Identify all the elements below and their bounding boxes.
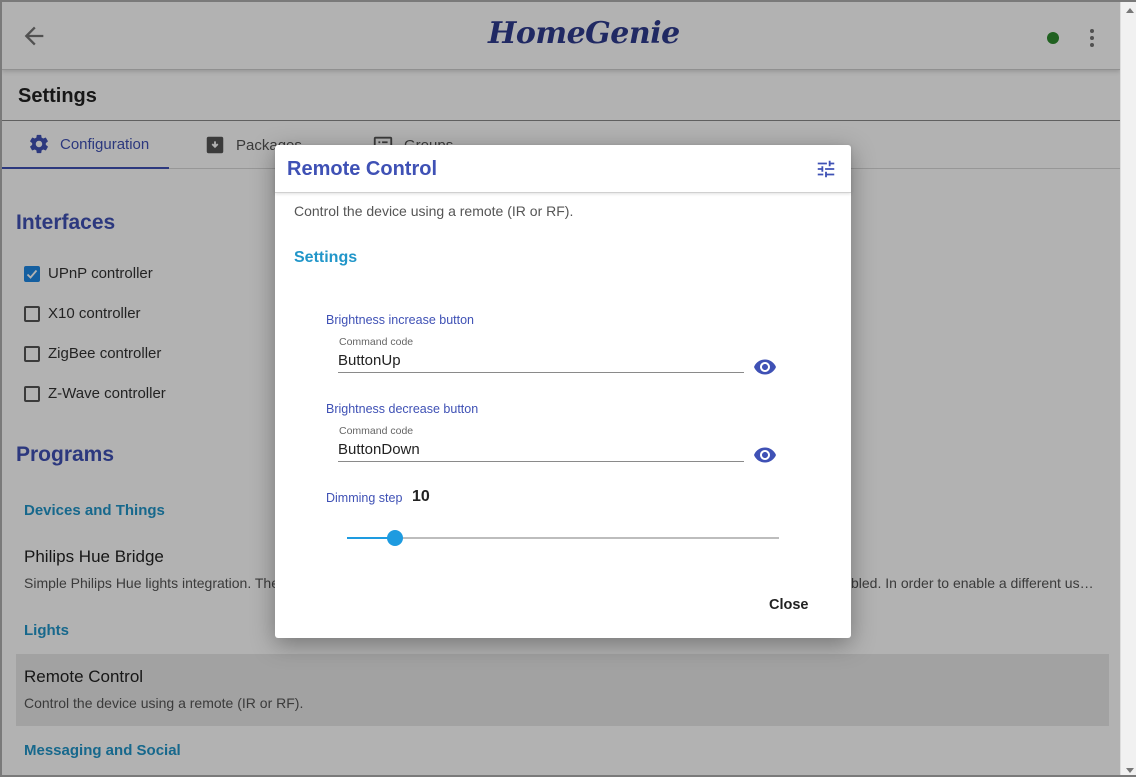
brightness-increase-label: Brightness increase button: [326, 313, 475, 327]
dialog-section-title: Settings: [294, 249, 358, 266]
command-code-label: Command code: [339, 425, 414, 437]
dialog-header: Remote Control: [275, 145, 851, 193]
scroll-down-arrow[interactable]: [1126, 768, 1134, 773]
dialog-title: Remote Control: [287, 158, 437, 180]
close-button[interactable]: Close: [769, 597, 809, 613]
dimming-step-label: Dimming step: [326, 491, 403, 505]
slider-thumb[interactable]: [386, 530, 403, 546]
eye-icon[interactable]: [753, 355, 777, 379]
brightness-increase-input[interactable]: [338, 349, 744, 373]
brightness-decrease-label: Brightness decrease button: [326, 402, 479, 416]
dimming-slider[interactable]: [347, 530, 779, 546]
scroll-up-arrow[interactable]: [1126, 8, 1134, 13]
app-window: HomeGenie Settings Configuration Package…: [0, 0, 1136, 777]
scrollbar[interactable]: [1120, 2, 1136, 775]
tune-icon[interactable]: [815, 158, 837, 180]
remote-control-dialog: Remote Control Control the device using …: [275, 145, 851, 638]
command-code-label: Command code: [339, 336, 414, 348]
dimming-step-value: 10: [412, 488, 430, 505]
brightness-decrease-input[interactable]: [338, 438, 744, 462]
dialog-description: Control the device using a remote (IR or…: [294, 203, 574, 219]
eye-icon[interactable]: [753, 443, 777, 467]
